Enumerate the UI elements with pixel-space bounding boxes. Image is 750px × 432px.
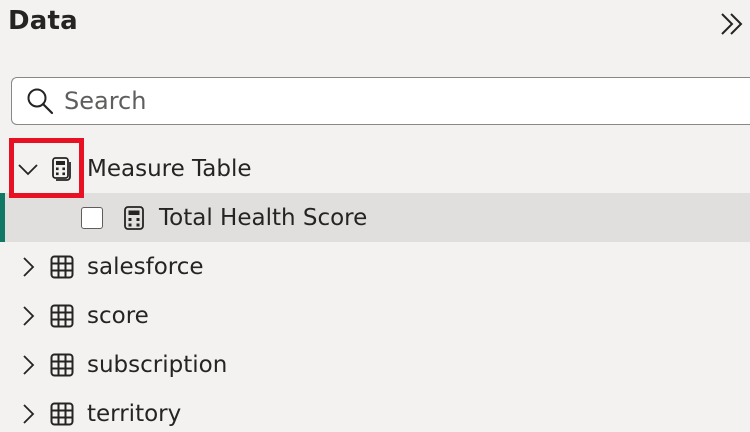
total-health-score-checkbox[interactable] [81,206,103,229]
tree-item-salesforce[interactable]: salesforce [0,242,750,291]
table-grid-icon [50,304,74,327]
data-pane: Data Measure [0,0,750,432]
table-grid-icon [50,402,74,425]
calculator-icon [124,205,144,230]
tree-item-label: Measure Table [87,155,252,182]
search-icon [27,88,54,115]
chevron-right-icon[interactable] [16,304,40,328]
chevron-right-icon[interactable] [16,255,40,279]
tree-item-label: territory [87,400,182,427]
tree-item-subscription[interactable]: subscription [0,340,750,389]
tree-item-label: Total Health Score [159,204,368,231]
tree-item-label: subscription [87,351,228,378]
search-input[interactable] [64,87,664,115]
tree-item-total-health-score[interactable]: Total Health Score [0,193,750,242]
chevron-down-icon[interactable] [16,157,40,181]
pane-title: Data [8,6,78,36]
collapse-pane-button[interactable] [716,8,748,40]
tree-item-territory[interactable]: territory [0,389,750,432]
calculator-stack-icon [52,156,71,181]
chevron-right-icon[interactable] [16,402,40,426]
tree-item-label: salesforce [87,253,204,280]
tree-item-score[interactable]: score [0,291,750,340]
tree-item-label: score [87,302,149,329]
table-grid-icon [50,353,74,376]
double-chevron-right-icon [721,13,743,35]
chevron-right-icon[interactable] [16,353,40,377]
table-grid-icon [50,255,74,278]
tree-item-measure-table[interactable]: Measure Table [0,144,750,193]
selection-accent-bar [0,193,5,242]
search-box[interactable] [11,77,750,125]
fields-tree: Measure Table Total Health Score salesfo… [0,144,750,432]
